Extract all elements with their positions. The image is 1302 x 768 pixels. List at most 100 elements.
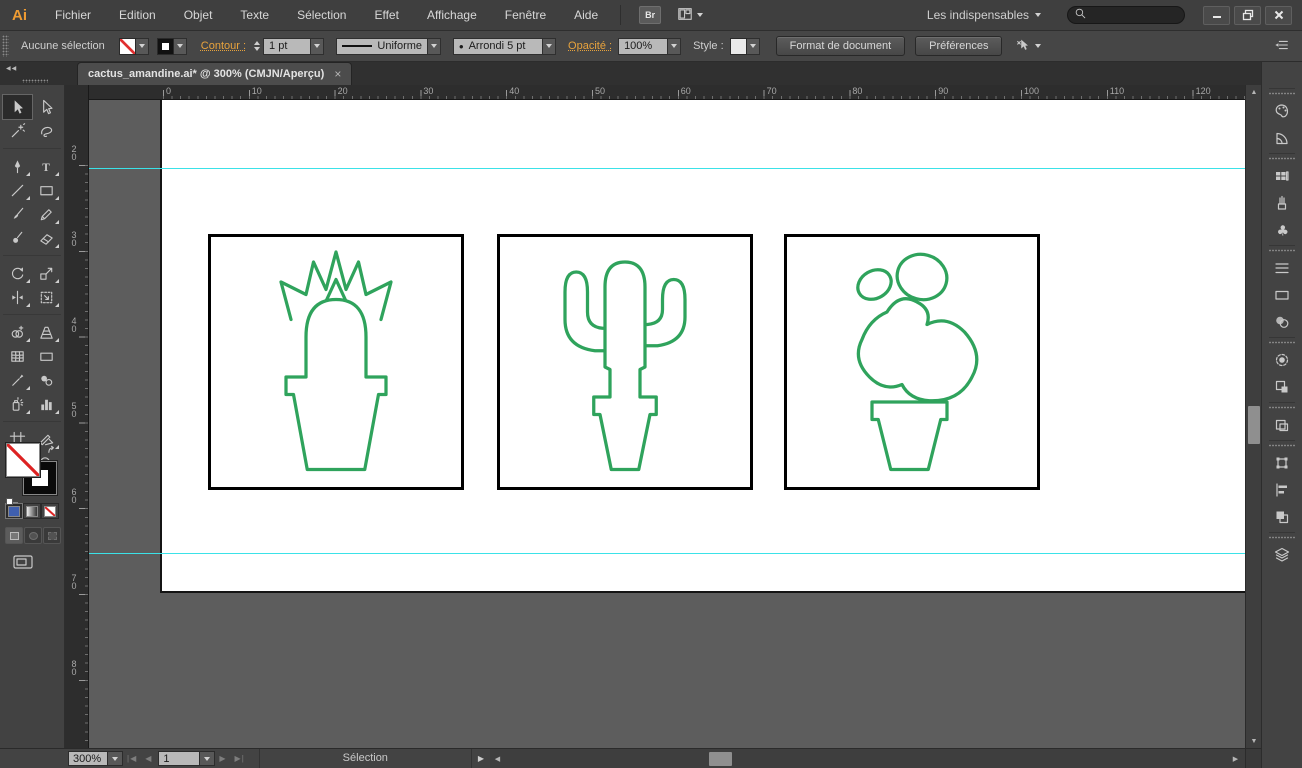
menu-texte[interactable]: Texte <box>226 0 283 30</box>
control-bar-grip[interactable] <box>2 35 9 57</box>
panel-group-grip[interactable] <box>1269 245 1295 254</box>
panel-group-grip[interactable] <box>1269 402 1295 411</box>
graphic-styles-panel-icon[interactable] <box>1262 373 1302 400</box>
zoom-level-field[interactable]: 300% <box>68 751 108 766</box>
panel-group-grip[interactable] <box>1269 153 1295 162</box>
scale-tool[interactable] <box>32 261 61 285</box>
menu-objet[interactable]: Objet <box>170 0 227 30</box>
menu-edition[interactable]: Edition <box>105 0 170 30</box>
preferences-button[interactable]: Préférences <box>915 36 1003 56</box>
stroke-color-swatch[interactable] <box>156 37 174 55</box>
shape-builder-tool[interactable] <box>3 320 32 344</box>
blend-tool[interactable] <box>32 368 61 392</box>
transform-panel-icon[interactable] <box>1262 449 1302 476</box>
minimize-button[interactable] <box>1203 5 1230 25</box>
stroke-dropdown-button[interactable] <box>173 37 187 55</box>
opacity-panel-link[interactable]: Opacité : <box>568 40 612 52</box>
opacity-dropdown[interactable] <box>668 37 682 55</box>
layers-panel-icon[interactable] <box>1262 541 1302 568</box>
mesh-tool[interactable] <box>3 344 32 368</box>
scroll-left-icon[interactable]: ◀ <box>490 749 505 768</box>
style-dropdown[interactable] <box>746 37 760 55</box>
stroke-weight-field[interactable]: 1 pt <box>263 37 312 55</box>
selection-tool[interactable] <box>2 94 33 120</box>
status-expand-icon[interactable]: ▶ <box>472 754 490 763</box>
horizontal-scroll-thumb[interactable] <box>709 752 732 766</box>
panel-group-grip[interactable] <box>1269 440 1295 449</box>
artboards-panel-icon[interactable] <box>1262 411 1302 438</box>
width-profile-dropdown[interactable] <box>428 37 442 55</box>
horizontal-scrollbar[interactable]: ◀ ▶ <box>490 748 1245 768</box>
horizontal-ruler[interactable]: 0 10 20 30 40 50 60 70 80 90 100 110 120 <box>89 85 1245 100</box>
lasso-tool[interactable] <box>32 119 61 143</box>
paintbrush-tool[interactable] <box>3 202 32 226</box>
gradient-button[interactable] <box>23 503 41 519</box>
scroll-down-icon[interactable]: ▼ <box>1246 734 1262 748</box>
screen-mode-button[interactable] <box>12 553 34 576</box>
stroke-weight-stepper[interactable] <box>254 41 261 51</box>
scroll-up-icon[interactable]: ▲ <box>1246 85 1262 99</box>
pathfinder-panel-icon[interactable] <box>1262 503 1302 530</box>
panel-group-grip[interactable] <box>1269 88 1295 97</box>
draw-behind-button[interactable] <box>24 527 42 544</box>
brush-definition-dropdown[interactable] <box>543 37 557 55</box>
align-to-selection-button[interactable] <box>1015 37 1042 56</box>
color-guide-panel-icon[interactable] <box>1262 124 1302 151</box>
eyedropper-tool[interactable] <box>3 368 32 392</box>
bridge-button[interactable]: Br <box>639 6 662 24</box>
draw-inside-button[interactable] <box>43 527 61 544</box>
swatches-panel-icon[interactable] <box>1262 162 1302 189</box>
free-transform-tool[interactable] <box>32 285 61 309</box>
panel-group-grip[interactable] <box>1269 337 1295 346</box>
artboard-number-field[interactable]: 1 <box>158 751 201 766</box>
first-artboard-button[interactable]: |◀ <box>127 754 137 763</box>
panel-menu-icon[interactable] <box>1274 37 1290 56</box>
symbols-panel-icon[interactable]: ♣ <box>1262 216 1302 243</box>
rotate-tool[interactable] <box>3 261 32 285</box>
none-button[interactable] <box>41 503 59 519</box>
fill-proxy-swatch[interactable] <box>6 443 40 477</box>
direct-selection-tool[interactable] <box>32 95 61 119</box>
workspace-switcher[interactable]: Les indispensables <box>927 8 1041 22</box>
vertical-scroll-thumb[interactable] <box>1248 406 1260 444</box>
artwork-frame-1[interactable] <box>208 234 464 490</box>
artwork-frame-3[interactable] <box>784 234 1040 490</box>
magic-wand-tool[interactable] <box>3 119 32 143</box>
menu-aide[interactable]: Aide <box>560 0 612 30</box>
style-swatch[interactable] <box>729 37 747 55</box>
type-tool[interactable]: T <box>32 154 61 178</box>
panel-group-grip[interactable] <box>1269 532 1295 541</box>
tab-close-icon[interactable]: × <box>334 67 341 81</box>
collapse-panel-icon[interactable]: ◀◀ <box>6 65 17 72</box>
align-panel-icon[interactable] <box>1262 476 1302 503</box>
artwork-frame-2[interactable] <box>497 234 753 490</box>
scroll-right-icon[interactable]: ▶ <box>1228 749 1243 768</box>
menu-effet[interactable]: Effet <box>360 0 412 30</box>
canvas[interactable] <box>89 100 1245 748</box>
color-panel-icon[interactable] <box>1262 97 1302 124</box>
transparency-panel-icon[interactable] <box>1262 308 1302 335</box>
symbol-sprayer-tool[interactable] <box>3 392 32 416</box>
previous-artboard-button[interactable]: ◀ <box>145 754 152 763</box>
draw-normal-button[interactable] <box>5 527 23 544</box>
toolbar-grip[interactable] <box>22 79 48 83</box>
fill-color-swatch[interactable] <box>118 37 136 55</box>
appearance-panel-icon[interactable] <box>1262 346 1302 373</box>
last-artboard-button[interactable]: ▶| <box>235 754 245 763</box>
menu-fichier[interactable]: Fichier <box>41 0 105 30</box>
swap-fill-stroke-icon[interactable] <box>47 443 58 461</box>
guide-bottom[interactable] <box>89 553 1245 554</box>
stroke-panel-link[interactable]: Contour : <box>201 40 246 52</box>
width-profile-field[interactable]: Uniforme <box>336 37 429 55</box>
pencil-tool[interactable] <box>32 202 61 226</box>
brush-definition-field[interactable]: • Arrondi 5 pt <box>453 37 544 55</box>
menu-selection[interactable]: Sélection <box>283 0 360 30</box>
rectangle-tool[interactable] <box>32 178 61 202</box>
line-segment-tool[interactable] <box>3 178 32 202</box>
stroke-panel-icon[interactable] <box>1262 254 1302 281</box>
zoom-dropdown[interactable] <box>108 751 123 766</box>
pen-tool[interactable] <box>3 154 32 178</box>
vertical-scrollbar[interactable]: ▲ ▼ <box>1245 85 1261 748</box>
artboard-dropdown[interactable] <box>200 751 216 766</box>
restore-button[interactable] <box>1234 5 1261 25</box>
